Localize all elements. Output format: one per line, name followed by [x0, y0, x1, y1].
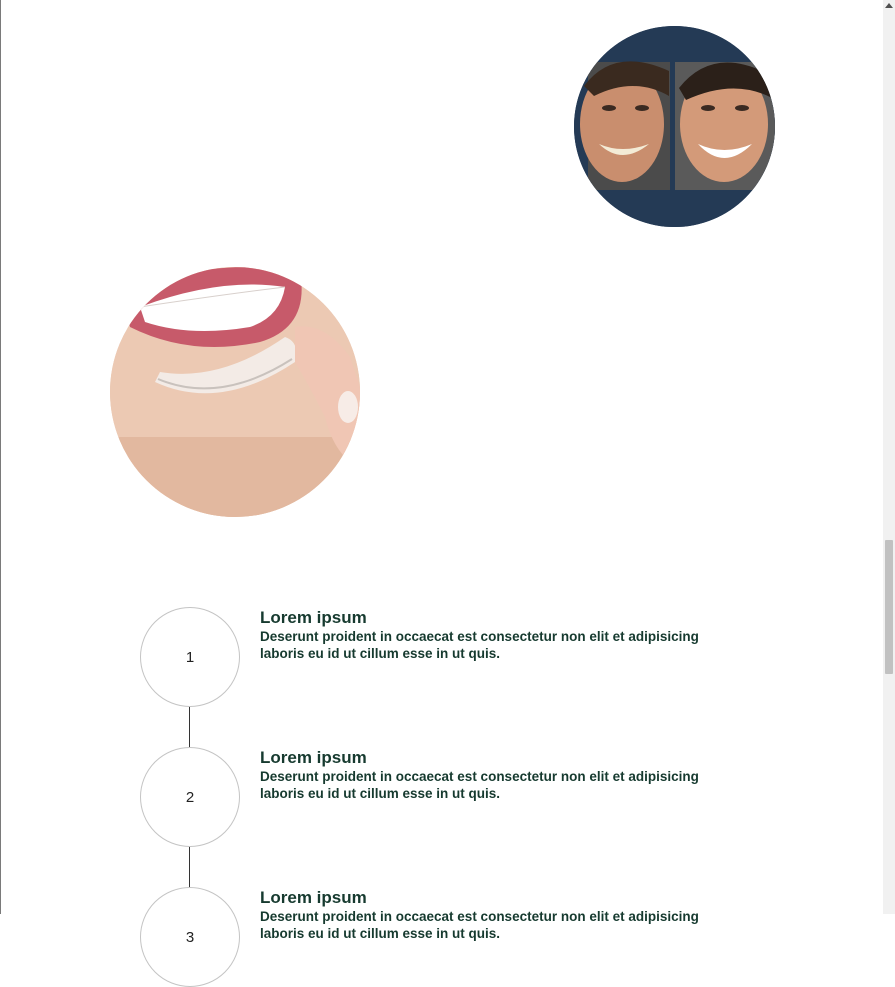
page-border	[0, 0, 1, 914]
step-item: 3 Lorem ipsum Deserunt proident in occae…	[140, 887, 740, 987]
step-item: 2 Lorem ipsum Deserunt proident in occae…	[140, 747, 740, 887]
step-description: Deserunt proident in occaecat est consec…	[260, 769, 699, 801]
before-after-smile-photo	[574, 26, 775, 227]
step-number-circle: 3	[140, 887, 240, 987]
step-description: Deserunt proident in occaecat est consec…	[260, 629, 699, 661]
step-title: Lorem ipsum	[260, 608, 367, 627]
step-title: Lorem ipsum	[260, 748, 367, 767]
step-title: Lorem ipsum	[260, 888, 367, 907]
step-connector-line	[189, 847, 190, 887]
clear-aligner-icon	[110, 267, 360, 517]
scrollbar-thumb[interactable]	[885, 540, 893, 674]
clear-aligner-photo	[110, 267, 360, 517]
step-number-circle: 2	[140, 747, 240, 847]
step-connector-line	[189, 707, 190, 747]
before-after-smile-icon	[574, 26, 775, 227]
step-item: 1 Lorem ipsum Deserunt proident in occae…	[140, 607, 740, 747]
step-description: Deserunt proident in occaecat est consec…	[260, 909, 699, 941]
step-number-circle: 1	[140, 607, 240, 707]
vertical-scrollbar[interactable]	[883, 0, 895, 914]
scroll-up-arrow-icon[interactable]	[885, 3, 893, 8]
